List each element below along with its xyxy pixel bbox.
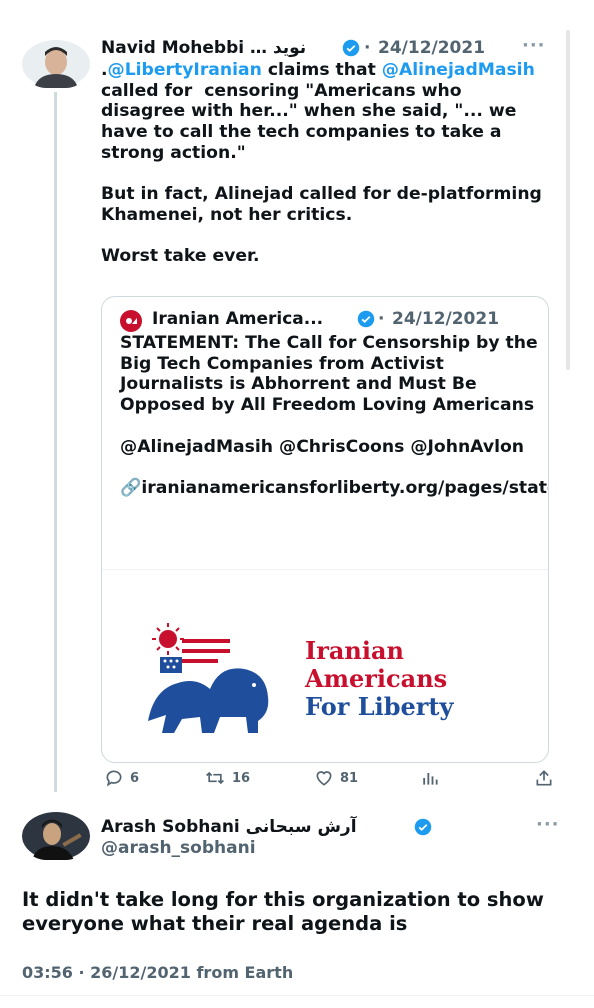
tweet2-verified-badge-icon	[414, 818, 432, 840]
mention-link[interactable]: @AlinejadMasih	[382, 60, 535, 80]
tweet2-body: It didn't take long for this organizatio…	[22, 888, 544, 935]
quoted-avatar[interactable]	[120, 310, 142, 332]
tweet2-more-options-icon[interactable]: ···	[536, 814, 560, 835]
share-button[interactable]	[534, 768, 554, 788]
quoted-tweet-card[interactable]: Iranian America... · 24/12/2021 STATEMEN…	[101, 296, 549, 763]
reply-button[interactable]: 6	[104, 768, 139, 788]
share-icon	[536, 770, 552, 786]
link-preview-image[interactable]: Iranian Americans For Liberty	[102, 603, 548, 753]
thread-line	[54, 92, 57, 792]
more-options-icon[interactable]: ···	[522, 35, 546, 56]
scrollbar[interactable]	[566, 30, 570, 370]
logo-text: Iranian Americans For Liberty	[305, 637, 453, 721]
tweet1-date[interactable]: 24/12/2021	[378, 38, 485, 58]
logo-line-for-liberty: For Liberty	[305, 692, 454, 721]
quoted-body: STATEMENT: The Call for Censorship by th…	[120, 333, 548, 498]
quoted-author-name[interactable]: Iranian America...	[152, 309, 323, 329]
reply-icon	[106, 770, 122, 787]
tweet1-separator: ·	[364, 38, 371, 58]
retweet-count: 16	[232, 770, 251, 786]
tweet1-body: .@LibertyIranian claims that @AlinejadMa…	[101, 60, 551, 267]
logo-line-iranian: Iranian	[305, 636, 404, 665]
retweet-button[interactable]: 16	[204, 768, 250, 788]
tweet2-handle[interactable]: @arash_sobhani	[101, 838, 256, 858]
quoted-separator: ·	[378, 309, 385, 329]
verified-badge-icon	[342, 39, 360, 61]
analytics-icon	[423, 773, 438, 785]
tweet2-meta: 03:56 · 26/12/2021 from Earth	[22, 963, 294, 982]
retweet-icon	[206, 771, 224, 785]
reply-count: 6	[130, 770, 140, 786]
quoted-date[interactable]: 24/12/2021	[392, 309, 499, 329]
avatar-arash[interactable]	[22, 812, 90, 860]
quoted-verified-badge-icon	[357, 310, 375, 332]
divider	[0, 995, 594, 996]
body-text-segment: called for censoring "Americans who disa…	[101, 80, 542, 267]
link-preview-divider	[102, 569, 548, 570]
tweet1-action-bar: 6 16 81	[100, 768, 560, 790]
tweet1-author-name[interactable]: Navid Mohebbi … نوید	[101, 38, 306, 58]
logo-line-americans: Americans	[305, 664, 448, 693]
like-count: 81	[340, 770, 359, 786]
tweet2-author-name[interactable]: Arash Sobhani آرش سبحانی	[101, 817, 357, 837]
like-button[interactable]: 81	[314, 768, 358, 788]
heart-icon	[316, 771, 332, 786]
analytics-button[interactable]	[420, 768, 440, 788]
iafl-lion-logo-icon	[148, 623, 269, 733]
body-text-segment: claims that	[261, 60, 382, 80]
mention-link[interactable]: @LibertyIranian	[108, 60, 262, 80]
avatar-navid[interactable]	[22, 40, 90, 88]
